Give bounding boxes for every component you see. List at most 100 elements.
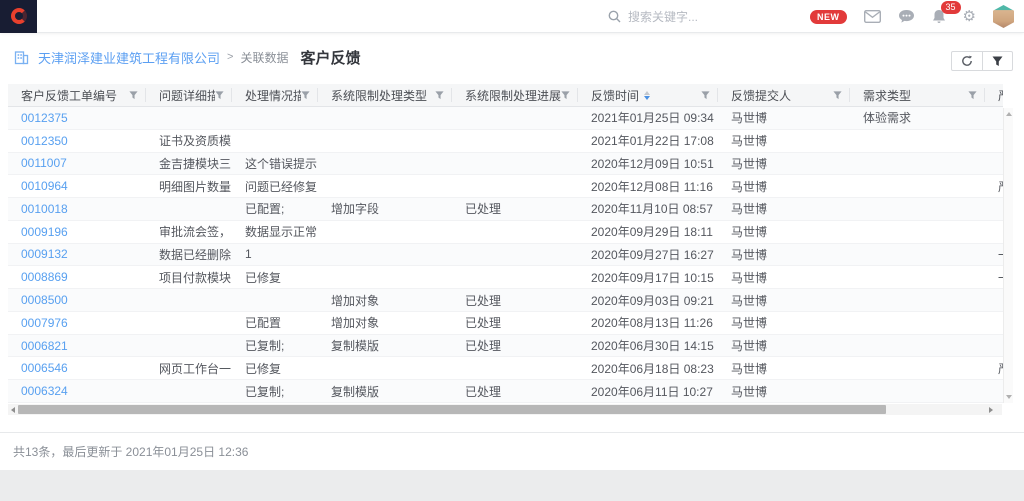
cell-time: 2020年12月08日 11:16 <box>578 178 718 195</box>
cell-id[interactable]: 0012350 <box>8 134 146 148</box>
breadcrumb-section: 关联数据 <box>240 49 288 66</box>
column-header-handling[interactable]: 处理情况描述 <box>232 84 318 106</box>
filter-button[interactable] <box>982 52 1012 70</box>
table-row[interactable]: 0007976已配置增加对象已处理2020年08月13日 11:26马世博 <box>8 312 1003 335</box>
cell-submitter: 马世博 <box>718 200 850 217</box>
cell-submitter: 马世博 <box>718 246 850 263</box>
cell-limit_type: 复制模版 <box>318 337 452 354</box>
cell-limit_type: 复制模版 <box>318 383 452 400</box>
column-header-problem[interactable]: 问题详细描述 <box>146 84 232 106</box>
table-toolbar <box>951 51 1013 71</box>
scroll-down-arrow-icon[interactable] <box>1006 395 1012 399</box>
cell-time: 2020年09月03日 09:21 <box>578 292 718 309</box>
cell-submitter: 马世博 <box>718 155 850 172</box>
cell-submitter: 马世博 <box>718 360 850 377</box>
cell-handling: 已修复 <box>232 269 318 286</box>
column-header-limit_progress[interactable]: 系统限制处理进展 <box>452 84 578 106</box>
cell-time: 2021年01月22日 17:08 <box>578 132 718 149</box>
table-row[interactable]: 0008869项目付款模块...已修复2020年09月17日 10:15马世博一 <box>8 266 1003 289</box>
cell-limit_type: 增加对象 <box>318 292 452 309</box>
filter-funnel-icon[interactable] <box>301 91 310 100</box>
cell-time: 2020年09月17日 10:15 <box>578 269 718 286</box>
bell-icon[interactable]: 35 <box>932 9 946 24</box>
new-badge[interactable]: NEW <box>810 10 847 24</box>
table-row[interactable]: 0006546网页工作台一...已修复2020年06月18日 08:23马世博严 <box>8 357 1003 380</box>
cell-id[interactable]: 0008869 <box>8 270 146 284</box>
filter-funnel-icon[interactable] <box>129 91 138 100</box>
table-row[interactable]: 00123752021年01月25日 09:34马世博体验需求 <box>8 107 1003 130</box>
scroll-left-arrow-icon[interactable] <box>8 404 18 415</box>
breadcrumb-company-link[interactable]: 天津润泽建业建筑工程有限公司 <box>38 48 220 67</box>
table-row[interactable]: 0011007金吉捷模块三...这个错误提示...2020年12月09日 10:… <box>8 153 1003 176</box>
cell-id[interactable]: 0012375 <box>8 111 146 125</box>
scroll-up-arrow-icon[interactable] <box>1006 112 1012 116</box>
filter-funnel-icon[interactable] <box>833 91 842 100</box>
filter-funnel-icon[interactable] <box>215 91 224 100</box>
filter-funnel-icon[interactable] <box>435 91 444 100</box>
search-placeholder: 搜索关键字... <box>628 8 698 25</box>
cell-submitter: 马世博 <box>718 269 850 286</box>
cell-submitter: 马世博 <box>718 337 850 354</box>
cell-handling: 已复制; <box>232 383 318 400</box>
table-row[interactable]: 0010964明细图片数量...问题已经修复...2020年12月08日 11:… <box>8 175 1003 198</box>
table-row[interactable]: 0012350证书及资质模...2021年01月22日 17:08马世博 <box>8 130 1003 153</box>
breadcrumb-separator: > <box>227 51 233 63</box>
column-header-id[interactable]: 客户反馈工单编号 <box>8 84 146 106</box>
horizontal-scrollbar[interactable] <box>8 404 1002 415</box>
user-avatar[interactable] <box>993 5 1014 28</box>
logo-c-icon <box>11 8 27 24</box>
cell-handling: 这个错误提示... <box>232 155 318 172</box>
cell-id[interactable]: 0009132 <box>8 247 146 261</box>
filter-funnel-icon[interactable] <box>561 91 570 100</box>
table-row[interactable]: 0009132数据已经删除...12020年09月27日 16:27马世博一 <box>8 244 1003 267</box>
mail-icon[interactable] <box>864 10 881 23</box>
table-row[interactable]: 0009196审批流会签，...数据显示正常...2020年09月29日 18:… <box>8 221 1003 244</box>
cell-limit_type: 增加字段 <box>318 200 452 217</box>
cell-id[interactable]: 0008500 <box>8 293 146 307</box>
scroll-right-arrow-icon[interactable] <box>986 404 996 415</box>
cell-problem: 项目付款模块... <box>146 269 232 286</box>
cell-id[interactable]: 0006324 <box>8 384 146 398</box>
table-row[interactable]: 0006324已复制;复制模版已处理2020年06月11日 10:27马世博 <box>8 380 1003 403</box>
cell-id[interactable]: 0006546 <box>8 361 146 375</box>
column-header-limit_type[interactable]: 系统限制处理类型 <box>318 84 452 106</box>
column-header-submitter[interactable]: 反馈提交人 <box>718 84 850 106</box>
cell-id[interactable]: 0009196 <box>8 225 146 239</box>
table-body: 00123752021年01月25日 09:34马世博体验需求0012350证书… <box>8 107 1003 403</box>
refresh-button[interactable] <box>952 52 982 70</box>
cell-id[interactable]: 0007976 <box>8 316 146 330</box>
cell-id[interactable]: 0006821 <box>8 339 146 353</box>
cell-submitter: 马世博 <box>718 314 850 331</box>
column-header-demand_type[interactable]: 需求类型 <box>850 84 985 106</box>
cell-submitter: 马世博 <box>718 383 850 400</box>
cell-id[interactable]: 0010018 <box>8 202 146 216</box>
cell-time: 2020年08月13日 11:26 <box>578 314 718 331</box>
filter-funnel-icon[interactable] <box>701 91 710 100</box>
column-label: 反馈时间 <box>591 87 639 104</box>
settings-gear-icon[interactable]: ⚙ <box>963 9 976 24</box>
table-row[interactable]: 0010018已配置;增加字段已处理2020年11月10日 08:57马世博 <box>8 198 1003 221</box>
cell-handling: 1 <box>232 247 318 261</box>
bottom-background-band <box>0 470 1024 501</box>
cell-id[interactable]: 0010964 <box>8 179 146 193</box>
cell-handling: 数据显示正常... <box>232 223 318 240</box>
horizontal-scroll-thumb[interactable] <box>18 405 886 414</box>
record-count-summary: 共13条，最后更新于 2021年01月25日 12:36 <box>13 443 248 460</box>
page-title: 客户反馈 <box>300 47 360 68</box>
table-row[interactable]: 0008500增加对象已处理2020年09月03日 09:21马世博 <box>8 289 1003 312</box>
cell-handling: 已配置 <box>232 314 318 331</box>
column-header-severity[interactable]: 严重 <box>985 84 1003 106</box>
chat-icon[interactable] <box>898 9 915 24</box>
cell-submitter: 马世博 <box>718 292 850 309</box>
table-row[interactable]: 0006821已复制;复制模版已处理2020年06月30日 14:15马世博 <box>8 335 1003 358</box>
sort-icon[interactable] <box>644 91 650 100</box>
cell-problem: 明细图片数量... <box>146 178 232 195</box>
cell-id[interactable]: 0011007 <box>8 156 146 170</box>
cell-problem: 证书及资质模... <box>146 132 232 149</box>
vertical-scrollbar[interactable] <box>1003 108 1013 403</box>
app-logo[interactable] <box>0 0 37 33</box>
column-header-time[interactable]: 反馈时间 <box>578 84 718 106</box>
filter-funnel-icon[interactable] <box>968 91 977 100</box>
global-search[interactable]: 搜索关键字... <box>608 0 698 33</box>
cell-time: 2021年01月25日 09:34 <box>578 109 718 126</box>
